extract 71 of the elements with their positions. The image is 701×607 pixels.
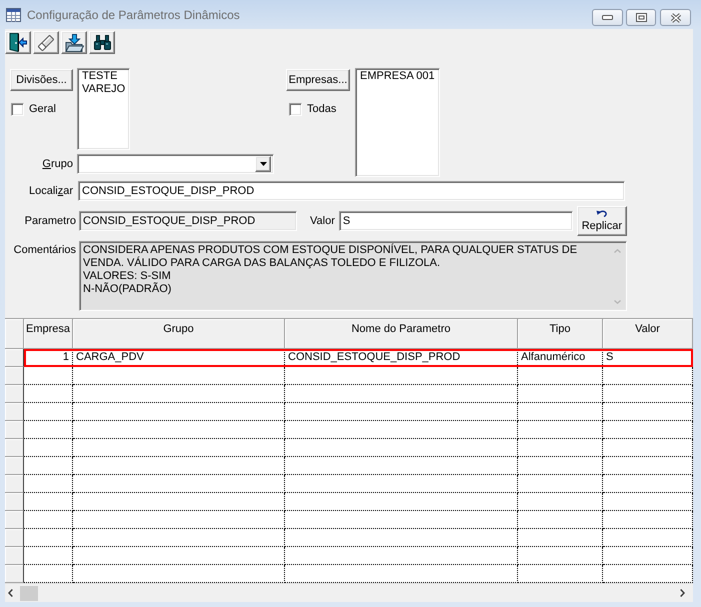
dropdown-button[interactable] [255,156,271,172]
horizontal-scrollbar[interactable] [5,583,693,602]
chevron-left-icon [8,589,13,597]
maximize-button[interactable] [626,9,656,26]
row-selector[interactable] [5,529,24,547]
list-item[interactable]: EMPRESA 001 [359,70,436,83]
table-row[interactable]: 1 CARGA_PDV CONSID_ESTOQUE_DISP_PROD Alfanumérico S [24,349,693,367]
field-label: Valor [310,214,335,228]
field-label: Comentários [14,244,76,257]
eraser-icon [37,34,55,52]
column-header[interactable]: Tipo [518,319,603,349]
field-label: Parametro [24,214,76,228]
maximize-icon [636,13,646,22]
row-selector[interactable] [5,475,24,493]
close-button[interactable] [660,9,691,26]
chevron-up-icon [614,249,621,253]
divisions-button[interactable]: Divisões... [10,69,73,91]
row-selector[interactable] [5,547,24,565]
scrollbar-thumb[interactable] [20,586,38,600]
table-cell: Alfanumérico [518,349,603,367]
row-selector[interactable] [5,493,24,511]
column-header[interactable]: Nome do Parametro [285,319,518,349]
row-selector[interactable] [5,457,24,475]
search-field[interactable]: CONSID_ESTOQUE_DISP_PROD [78,181,625,201]
row-selector[interactable] [5,439,24,457]
column-header[interactable]: Valor [603,319,693,349]
list-box[interactable]: EMPRESA 001 [355,68,440,177]
companies-button[interactable]: Empresas... [286,69,350,91]
row-selector[interactable] [5,385,24,403]
row-selector[interactable] [5,349,24,367]
column-header[interactable]: Grupo [73,319,285,349]
chevron-down-icon [614,300,621,304]
binoculars-icon [94,35,110,50]
row-selector[interactable] [5,511,24,529]
close-icon [670,12,682,22]
comments-field[interactable]: CONSIDERA APENAS PRODUTOS COM ESTOQUE DISPONÍVEL, PARA QUALQUER STATUS DE VENDA. VÁLIDO PARA CARGA DAS BALANÇAS TOLEDO E FILIZOLA. VALORES: S-SIM N-NÃO(PADRÃO) [79,241,627,311]
replicate-button[interactable]: Replicar [576,206,627,236]
value-field[interactable]: S [338,211,573,231]
checkbox-label[interactable]: Todas [307,103,336,116]
list-item[interactable]: TESTE [81,70,126,83]
chevron-right-icon [680,589,685,597]
column-header[interactable]: Empresa [24,319,73,349]
list-box[interactable]: TESTE VAREJO [77,68,130,150]
folder-download-icon [64,34,84,52]
toolbar-button[interactable] [61,31,87,54]
field-label: Localizar [28,184,73,198]
table-cell: S [603,349,693,367]
checkbox-label[interactable]: Geral [29,103,56,116]
toolbar-button[interactable] [89,31,115,54]
row-selector[interactable] [5,367,24,385]
parameter-field[interactable]: CONSID_ESTOQUE_DISP_PROD [79,211,297,231]
row-selector[interactable] [5,403,24,421]
table-cell: CARGA_PDV [73,349,285,367]
window-title: Configuração de Parâmetros Dinâmicos [27,8,240,23]
checkbox[interactable] [289,103,302,116]
undo-arrow-icon [596,210,608,217]
field-label: Grupo [42,158,73,171]
comments-text: CONSIDERA APENAS PRODUTOS COM ESTOQUE DISPONÍVEL, PARA QUALQUER STATUS DE VENDA. VÁLIDO PARA CARGA DAS BALANÇAS TOLEDO E FILIZOLA. VALORES: S-SIM N-NÃO(PADRÃO) [83,244,578,297]
checkbox[interactable] [11,103,24,116]
toolbar-button[interactable] [5,31,31,54]
table-icon [6,8,21,22]
row-selector[interactable] [5,565,24,583]
table-cell: CONSID_ESTOQUE_DISP_PROD [285,349,518,367]
caret-down-icon [260,162,266,166]
group-combobox[interactable] [77,154,274,174]
row-selector[interactable] [5,421,24,439]
list-item[interactable]: VAREJO [81,83,126,96]
minimize-icon [602,15,613,20]
toolbar-button[interactable] [33,31,59,54]
minimize-button[interactable] [592,9,623,26]
door-exit-icon [9,33,27,52]
